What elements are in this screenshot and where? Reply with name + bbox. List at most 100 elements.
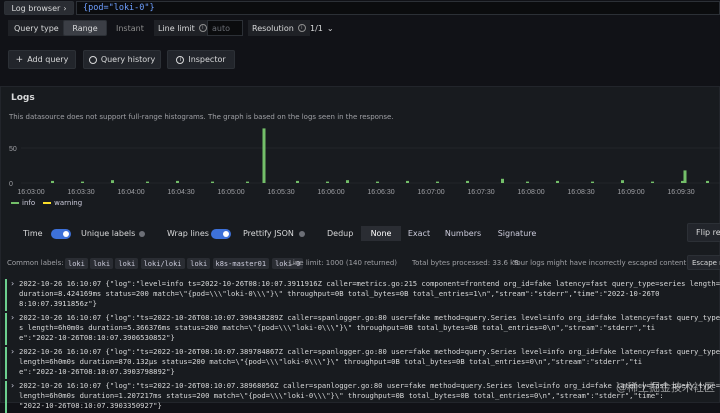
chevron-right-icon: › [63,3,67,13]
log-timestamp: 2022-10-26 16:10:07 [19,279,102,288]
histogram-bar[interactable] [591,181,594,183]
log-line-continuation: length=6h0m0s duration=870.132µs status=… [19,357,643,366]
log-timestamp: 2022-10-26 16:10:07 [19,313,102,322]
inspector-button[interactable]: i Inspector [167,50,235,69]
escape-warning: Your logs might have incorrectly escaped… [513,259,689,267]
histogram-bar[interactable] [262,128,266,183]
histogram-bar[interactable] [111,180,114,183]
prettify-json-toggle[interactable] [297,229,317,239]
histogram-bar[interactable] [296,180,299,183]
log-line-continuation: s length=6h0m0s duration=5.366376ms stat… [19,323,656,332]
histogram-bar[interactable] [556,180,559,183]
resolution-value: 1/1 [310,23,323,33]
watermark: @稀土掘金技术社区 [616,381,715,394]
x-tick-label: 16:07:00 [417,189,444,196]
x-tick-label: 16:08:30 [567,189,594,196]
line-limit-input[interactable]: auto [207,20,243,36]
histogram-bar[interactable] [683,170,687,183]
query-bar: Log browser › {pod="loki-0"} [0,0,720,18]
histogram-bar[interactable] [501,178,504,183]
dedup-label: Dedup [327,228,354,238]
query-input[interactable]: {pod="loki-0"} [76,1,720,15]
logs-panel: Logs This datasource does not support fu… [0,86,720,413]
x-tick-label: 16:09:30 [667,189,694,196]
histogram-bar[interactable] [526,181,529,183]
histogram-bar[interactable] [81,181,84,183]
histogram-bar[interactable] [621,180,624,183]
histogram-bar[interactable] [146,181,149,183]
histogram-bar[interactable] [211,181,214,183]
histogram-bar[interactable] [326,181,329,183]
x-tick-label: 16:04:00 [117,189,144,196]
total-bytes-stat: Total bytes processed: 33.6 kB [412,259,519,267]
prettify-json-label: Prettify JSON [243,228,294,238]
logs-title: Logs [11,93,35,103]
log-line: 2022-10-26 16:10:07 {"log":"ts=2022-10-2… [19,313,720,323]
legend-item-info[interactable]: info [11,199,35,207]
legend: info warning [11,199,82,207]
wrap-lines-toggle[interactable] [211,229,231,239]
legend-swatch-info [11,202,19,204]
common-label-chip: loki [90,258,114,269]
legend-label-info: info [22,199,36,207]
histogram-bar[interactable] [406,180,409,183]
log-row[interactable]: › 2022-10-26 16:10:07 {"log":"ts=2022-10-… [5,381,720,413]
histogram-bar[interactable] [706,180,709,183]
chevron-right-icon[interactable]: › [11,381,14,391]
common-label-chip: loki [65,258,88,269]
log-line: 2022-10-26 16:10:07 {"log":"ts=2022-10-2… [19,381,720,391]
line-limit-stat: Line limit: 1000 (140 returned) [289,259,398,267]
log-row[interactable]: › 2022-10-26 16:10:07 {"log":"ts=2022-10-… [5,313,720,345]
legend-item-warning[interactable]: warning [43,199,82,207]
log-browser-button[interactable]: Log browser › [4,1,74,15]
chevron-right-icon[interactable]: › [11,279,14,289]
histogram-bar[interactable] [246,181,249,183]
chevron-right-icon[interactable]: › [11,313,14,323]
add-query-label: Add query [27,55,69,64]
log-level-indicator [5,279,7,311]
histogram-bar[interactable] [436,181,439,183]
log-line: 2022-10-26 16:10:07 {"log":"ts=2022-10-2… [19,347,720,357]
query-type-range[interactable]: Range [63,20,107,36]
common-label-chip: k8s-master01 [212,258,270,269]
time-toggle[interactable] [51,229,71,239]
histogram-bar[interactable] [376,181,379,183]
histogram-bar[interactable] [176,180,179,183]
resolution-label: Resolution i [248,20,310,36]
log-level-indicator [5,381,7,413]
query-history-button[interactable]: Query history [83,50,161,69]
query-type-label: Query type [8,20,65,36]
time-label: Time [23,228,43,238]
histogram-bar[interactable] [346,180,349,183]
resolution-text: Resolution [252,23,294,33]
dedup-option-none[interactable]: None [361,226,401,241]
add-query-button[interactable]: + Add query [8,50,76,69]
chevron-right-icon[interactable]: › [11,347,14,357]
log-row[interactable]: › 2022-10-26 16:10:07 {"log":"level=info … [5,279,720,311]
y-tick-label: 0 [9,181,13,188]
history-icon [88,55,97,64]
info-circle-icon: i [176,55,185,64]
log-line-continuation: length=6h0m0s duration=1.207217ms status… [19,391,664,400]
legend-swatch-warning [43,202,52,204]
log-row[interactable]: › 2022-10-26 16:10:07 {"log":"ts=2022-10-… [5,347,720,379]
histogram-bar[interactable] [651,181,654,183]
flip-results-button[interactable]: Flip re [687,223,720,242]
common-labels-label: Common labels: [7,259,64,267]
dedup-option-signature[interactable]: Signature [493,226,541,241]
histogram-bar[interactable] [466,180,469,183]
query-type-instant[interactable]: Instant [112,20,148,36]
unique-labels-toggle[interactable] [137,229,157,239]
histogram-bar[interactable] [51,180,54,183]
resolution-select[interactable]: 1/1 ⌄ [306,20,344,36]
x-tick-label: 16:08:00 [517,189,544,196]
dedup-option-numbers[interactable]: Numbers [441,226,485,241]
dedup-option-exact[interactable]: Exact [403,226,435,241]
escape-newlines-button[interactable]: Escape n [687,255,720,270]
logs-notice: This datasource does not support full-ra… [9,113,394,121]
common-label-chip: loki [187,258,211,269]
log-line-continuation: e":"2022-10-26T08:10:07.3906530852"} [19,333,175,342]
x-tick-label: 16:09:00 [617,189,644,196]
x-tick-label: 16:05:30 [267,189,294,196]
plus-icon: + [15,54,24,65]
